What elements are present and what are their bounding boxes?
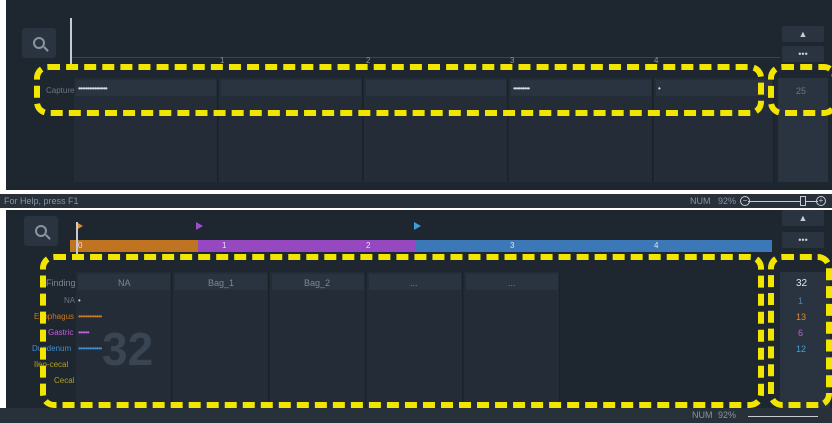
capture-cell[interactable] [366, 80, 506, 96]
capture-column[interactable]: ••••••••• [509, 78, 653, 182]
ruler-label: 1 [220, 56, 225, 65]
timeline-ruler[interactable] [70, 40, 780, 58]
segment-label: 0 [78, 241, 83, 250]
up-button[interactable]: ▲ [782, 26, 824, 42]
more-button[interactable]: ••• [782, 46, 824, 62]
findings-header: Findings [46, 278, 81, 288]
capture-column[interactable] [219, 78, 363, 182]
segment-bar-3[interactable] [416, 240, 772, 252]
search-button[interactable] [22, 28, 56, 58]
count-duodenum: 12 [796, 344, 807, 354]
segment-label: 2 [366, 241, 371, 250]
finding-dots: ••••••••••••• [78, 344, 102, 353]
num-lock-indicator: NUM [690, 196, 711, 206]
capture-dots: • [658, 84, 661, 93]
help-text: For Help, press F1 [4, 196, 79, 206]
count-esophagus: 13 [796, 312, 807, 322]
ruler-label: 2 [366, 56, 371, 65]
search-icon [35, 225, 47, 237]
up-button[interactable]: ▲ [782, 210, 824, 226]
finding-label: Gastric [48, 328, 74, 337]
capture-cell[interactable] [511, 80, 651, 96]
timeline-cursor[interactable] [70, 18, 72, 64]
segment-flag-icon[interactable] [196, 222, 203, 230]
num-lock-indicator: NUM [692, 410, 713, 420]
finding-label: Esophagus [34, 312, 75, 321]
finding-label: Duodenum [32, 344, 72, 353]
more-button[interactable]: ••• [782, 232, 824, 248]
capture-summary-column: 25 [778, 78, 828, 182]
finding-label: Cecal [54, 376, 75, 385]
finding-dots: ••••••••••••• [78, 312, 102, 321]
capture-column[interactable]: • [654, 78, 774, 182]
timeline-cursor[interactable] [76, 222, 78, 256]
count-na: 1 [798, 296, 804, 306]
zoom-level: 92% [718, 196, 737, 206]
capture-cell[interactable] [221, 80, 361, 96]
ruler-label: 4 [654, 56, 659, 65]
column-header-more: ... [410, 278, 418, 288]
capture-column[interactable]: •••••••••••••••• [74, 78, 218, 182]
bag-column[interactable] [270, 272, 366, 408]
top-panel: ▲ ••• 1 2 3 4 Capture •••••••••••••••• •… [6, 0, 832, 190]
capture-row-label: Capture [46, 86, 75, 95]
column-header-more: ... [508, 278, 516, 288]
finding-label: Ileo-cecal [34, 360, 69, 369]
finding-label: NA [64, 296, 76, 305]
zoom-slider-handle[interactable] [800, 196, 806, 206]
segment-flag-icon[interactable] [414, 222, 421, 230]
big-count-watermark: 32 [102, 323, 154, 375]
zoom-level: 92% [718, 410, 737, 420]
finding-dots: •••••• [78, 328, 90, 337]
zoom-slider[interactable] [748, 201, 818, 202]
column-header-na: NA [118, 278, 131, 288]
segment-label: 3 [510, 241, 515, 250]
bottom-panel: ▲ ••• 0 1 2 3 4 Findings NA Bag_1 Bag_2 … [6, 210, 832, 408]
total-count: 32 [796, 278, 808, 289]
segment-bar-1[interactable] [198, 240, 416, 252]
segment-bar-0[interactable] [70, 240, 198, 252]
bag-column[interactable] [173, 272, 269, 408]
bag-column[interactable] [367, 272, 463, 408]
ruler-label: 3 [510, 56, 515, 65]
capture-column[interactable] [364, 78, 508, 182]
capture-dots: •••••••••••••••• [78, 84, 108, 93]
column-header-bag-1: Bag_1 [208, 278, 235, 288]
capture-total: 25 [796, 86, 807, 96]
count-gastric: 6 [798, 328, 804, 338]
capture-dots: ••••••••• [513, 84, 530, 93]
zoom-slider[interactable] [748, 416, 818, 417]
segment-label: 1 [222, 241, 227, 250]
bottom-status-bar: NUM 92% [0, 408, 832, 423]
finding-dots: • [78, 296, 81, 305]
search-icon [33, 37, 45, 49]
status-bar: For Help, press F1 NUM 92% − + [0, 194, 832, 208]
segment-label: 4 [654, 241, 659, 250]
bag-column[interactable] [464, 272, 560, 408]
counts-column [780, 272, 830, 408]
search-button[interactable] [24, 216, 58, 246]
column-header-bag-2: Bag_2 [304, 278, 331, 288]
zoom-in-icon[interactable]: + [816, 196, 826, 206]
capture-cell[interactable] [656, 80, 772, 96]
